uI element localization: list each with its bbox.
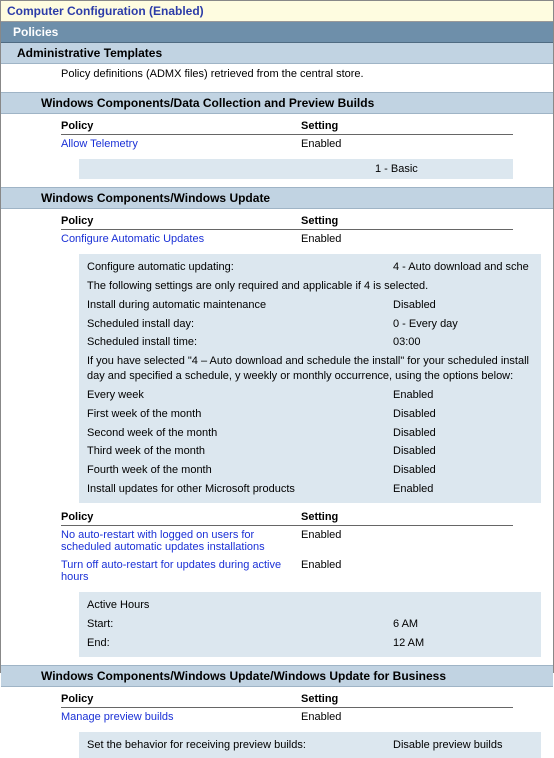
col-policy: Policy xyxy=(61,693,301,705)
detail-label: End: xyxy=(87,636,393,651)
preview-details: Set the behavior for receiving preview b… xyxy=(79,732,541,758)
detail-value: Disabled xyxy=(393,463,533,478)
col-policy: Policy xyxy=(61,511,301,523)
detail-label: Scheduled install day: xyxy=(87,317,393,332)
column-headers: Policy Setting xyxy=(61,691,513,708)
detail-value: Disabled xyxy=(393,407,533,422)
detail-label: Set the behavior for receiving preview b… xyxy=(87,738,393,753)
col-setting: Setting xyxy=(301,120,513,132)
config-header: Computer Configuration (Enabled) xyxy=(1,1,553,22)
column-headers: Policy Setting xyxy=(61,118,513,135)
column-headers: Policy Setting xyxy=(61,509,513,526)
policy-link-configure-au[interactable]: Configure Automatic Updates xyxy=(61,233,301,245)
detail-label: Scheduled install time: xyxy=(87,335,393,350)
section-windows-update: Windows Components/Windows Update xyxy=(1,187,553,209)
detail-label: Every week xyxy=(87,388,393,403)
detail-value: Disable preview builds xyxy=(393,738,533,753)
detail-label: Second week of the month xyxy=(87,426,393,441)
col-setting: Setting xyxy=(301,215,513,227)
detail-value: 4 - Auto download and sche xyxy=(393,260,533,275)
detail-label: Start: xyxy=(87,617,393,632)
setting-value: Enabled xyxy=(301,529,553,553)
policy-row-manage-preview: Manage preview builds Enabled xyxy=(1,708,553,726)
detail-value: Disabled xyxy=(393,444,533,459)
detail-note: If you have selected "4 – Auto download … xyxy=(87,352,533,386)
policy-definitions-note: Policy definitions (ADMX files) retrieve… xyxy=(1,64,553,84)
detail-value: 6 AM xyxy=(393,617,533,632)
policy-row-no-auto-restart: No auto-restart with logged on users for… xyxy=(1,526,553,556)
detail-value: 12 AM xyxy=(393,636,533,651)
col-setting: Setting xyxy=(301,693,513,705)
detail-label: Install updates for other Microsoft prod… xyxy=(87,482,393,497)
section-data-collection: Windows Components/Data Collection and P… xyxy=(1,92,553,114)
policy-row-turnoff-restart-active-hours: Turn off auto-restart for updates during… xyxy=(1,556,553,586)
column-headers: Policy Setting xyxy=(61,213,513,230)
detail-label: Install during automatic maintenance xyxy=(87,298,393,313)
policy-link-allow-telemetry[interactable]: Allow Telemetry xyxy=(61,138,301,150)
active-hours-details: Active Hours Start:6 AM End:12 AM xyxy=(79,592,541,657)
policy-row-configure-au: Configure Automatic Updates Enabled xyxy=(1,230,553,248)
admin-templates-header: Administrative Templates xyxy=(1,43,553,64)
detail-value: 03:00 xyxy=(393,335,533,350)
active-hours-title: Active Hours xyxy=(87,596,533,615)
policy-link-turnoff-restart-active-hours[interactable]: Turn off auto-restart for updates during… xyxy=(61,559,301,583)
detail-value: Disabled xyxy=(393,426,533,441)
policy-link-no-auto-restart[interactable]: No auto-restart with logged on users for… xyxy=(61,529,301,553)
detail-value: 0 - Every day xyxy=(393,317,533,332)
detail-note: The following settings are only required… xyxy=(87,277,533,296)
policy-link-manage-preview[interactable]: Manage preview builds xyxy=(61,711,301,723)
detail-label: First week of the month xyxy=(87,407,393,422)
policies-header: Policies xyxy=(1,22,553,43)
section-wufb: Windows Components/Windows Update/Window… xyxy=(1,665,553,687)
detail-label: Fourth week of the month xyxy=(87,463,393,478)
policy-row-allow-telemetry: Allow Telemetry Enabled xyxy=(1,135,553,153)
telemetry-label xyxy=(87,163,375,175)
detail-value: Enabled xyxy=(393,482,533,497)
detail-value: Disabled xyxy=(393,298,533,313)
setting-value: Enabled xyxy=(301,233,553,245)
setting-value: Enabled xyxy=(301,711,553,723)
telemetry-value: 1 - Basic xyxy=(375,163,505,175)
detail-value: Enabled xyxy=(393,388,533,403)
setting-value: Enabled xyxy=(301,559,553,583)
telemetry-level-band: 1 - Basic xyxy=(79,159,513,179)
col-policy: Policy xyxy=(61,120,301,132)
au-details: Configure automatic updating:4 - Auto do… xyxy=(79,254,541,503)
col-policy: Policy xyxy=(61,215,301,227)
detail-label: Third week of the month xyxy=(87,444,393,459)
setting-value: Enabled xyxy=(301,138,553,150)
col-setting: Setting xyxy=(301,511,513,523)
detail-label: Configure automatic updating: xyxy=(87,260,393,275)
